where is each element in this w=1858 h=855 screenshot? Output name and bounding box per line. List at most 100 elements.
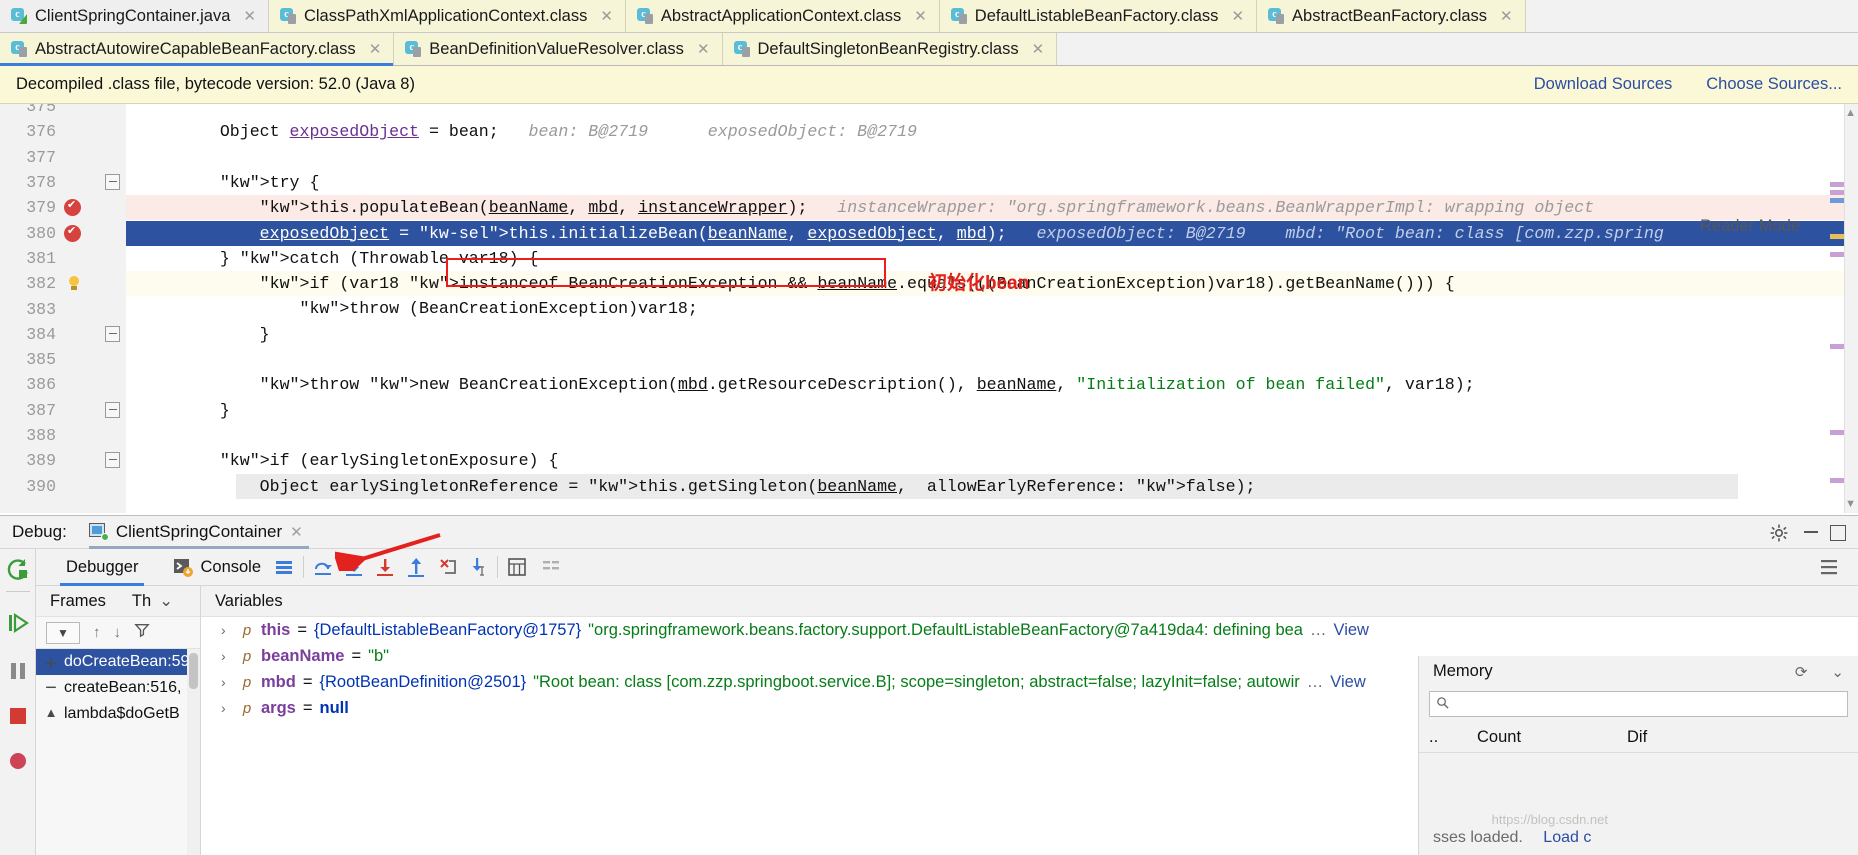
gutter-line-380[interactable]: 380 (0, 221, 100, 246)
close-icon[interactable]: ✕ (1498, 7, 1515, 25)
marker-violet-6[interactable] (1830, 478, 1844, 483)
gutter-line-384[interactable]: 384 (0, 322, 100, 347)
step-over-icon[interactable] (312, 556, 334, 578)
scroll-down-arrow[interactable]: ▼ (1845, 498, 1856, 510)
arrow-down-icon[interactable]: ↓ (114, 624, 122, 641)
reader-mode-label[interactable]: Reader Mode (1700, 217, 1800, 236)
editor-marker-strip[interactable] (1830, 104, 1844, 513)
view-value-link[interactable]: View (1330, 673, 1365, 692)
code-line-390[interactable]: Object earlySingletonReference = "kw">th… (180, 474, 1256, 499)
evaluate-expression-icon[interactable] (506, 556, 528, 578)
chevron-right-icon[interactable]: › (221, 648, 233, 664)
marker-violet-5[interactable] (1830, 430, 1844, 435)
close-icon[interactable]: ✕ (1030, 40, 1047, 58)
choose-sources-link[interactable]: Choose Sources... (1706, 75, 1842, 94)
code-folding-column[interactable] (100, 104, 126, 513)
code-line-387[interactable]: } (180, 398, 230, 423)
gutter-line-387[interactable]: 387 (0, 398, 100, 423)
close-icon[interactable]: ✕ (290, 523, 303, 541)
memory-load-classes-button[interactable]: Load c (1543, 829, 1591, 846)
code-line-378[interactable]: "kw">try { (180, 170, 320, 195)
memory-close-icon[interactable]: ⌄ (1831, 663, 1844, 681)
run-to-cursor-icon[interactable] (467, 556, 489, 578)
editor-tab-defaultlistablebeanfactory-class[interactable]: c DefaultListableBeanFactory.class ✕ (939, 0, 1258, 32)
memory-refresh-icon[interactable]: ⟳ (1795, 663, 1808, 681)
frames-scroll-thumb[interactable] (189, 653, 198, 689)
close-icon[interactable]: ✕ (695, 40, 712, 58)
resume-program-icon[interactable] (6, 611, 30, 635)
code-line-386[interactable]: "kw">throw "kw">new BeanCreationExceptio… (180, 372, 1475, 397)
editor-tab-beandefinitionvalueresolver-class[interactable]: c BeanDefinitionValueResolver.class ✕ (394, 33, 723, 65)
force-step-into-icon[interactable] (374, 556, 396, 578)
gutter-line-383[interactable]: 383 (0, 296, 100, 321)
editor-tab-abstractautowirecapablebeanfactory-class[interactable]: c AbstractAutowireCapableBeanFactory.clas… (0, 33, 395, 66)
scroll-up-arrow[interactable]: ▲ (1845, 107, 1856, 119)
gutter-line-377[interactable]: 377 (0, 145, 100, 170)
fold-marker-close[interactable] (105, 325, 120, 342)
code-line-380[interactable]: exposedObject = "kw-sel">this.initialize… (180, 221, 1664, 246)
close-icon[interactable]: ✕ (912, 7, 929, 25)
chevron-right-icon[interactable]: › (221, 674, 233, 690)
gutter-line-385[interactable]: 385 (0, 347, 100, 372)
stop-program-icon[interactable] (6, 704, 30, 728)
layout-settings-icon[interactable] (273, 556, 295, 578)
close-icon[interactable]: ✕ (241, 7, 258, 25)
close-icon[interactable]: ✕ (367, 40, 384, 58)
filter-icon[interactable] (134, 622, 150, 643)
marker-yellow[interactable] (1830, 234, 1844, 239)
gutter-line-378[interactable]: 378 (0, 170, 100, 195)
add-frame-icon[interactable]: + (38, 652, 64, 676)
marker-violet-4[interactable] (1830, 344, 1844, 349)
collapse-frames-icon[interactable]: ▲ (38, 700, 64, 724)
marker-violet-2[interactable] (1830, 190, 1844, 195)
editor-gutter[interactable]: 375 376 377 378 379 380 381 382 383 384 385 386 387 3… (0, 104, 100, 513)
debug-session-tab[interactable]: ClientSpringContainer ✕ (88, 516, 309, 549)
editor-vertical-scrollbar[interactable]: ▲ ▼ (1844, 104, 1858, 513)
tab-console[interactable]: Console (194, 549, 267, 586)
intention-bulb-icon[interactable] (65, 275, 83, 293)
step-out-icon[interactable] (405, 556, 427, 578)
marker-violet-3[interactable] (1830, 252, 1844, 257)
code-line-389[interactable]: "kw">if (earlySingletonExposure) { (180, 448, 559, 473)
gutter-line-376[interactable]: 376 (0, 119, 100, 144)
fold-marker-open[interactable] (105, 452, 120, 469)
gutter-line-389[interactable]: 389 (0, 448, 100, 473)
chevron-down-icon[interactable]: ⌄ (159, 591, 173, 611)
marker-violet[interactable] (1830, 182, 1844, 187)
settings-menu-icon[interactable] (1818, 556, 1840, 578)
code-line-382[interactable]: "kw">if (var18 "kw">instanceof BeanCreat… (180, 271, 1455, 296)
tab-debugger[interactable]: Debugger (60, 549, 145, 586)
code-line-376[interactable]: Object exposedObject = bean; bean: B@271… (180, 119, 917, 144)
fold-marker-open[interactable] (105, 173, 120, 190)
memory-search-input[interactable] (1453, 696, 1841, 712)
gutter-line-386[interactable]: 386 (0, 372, 100, 397)
chevron-right-icon[interactable]: › (221, 622, 233, 638)
view-value-link[interactable]: View (1333, 621, 1368, 640)
variable-row[interactable]: › p this = {DefaultListableBeanFactory@1757}… (201, 617, 1858, 643)
hide-window-icon[interactable] (1830, 525, 1846, 541)
code-line-379[interactable]: "kw">this.populateBean(beanName, mbd, in… (180, 195, 1594, 220)
code-text-area[interactable]: Object exposedObject = bean; bean: B@271… (126, 104, 1858, 513)
rerun-icon[interactable] (6, 557, 30, 581)
code-editor[interactable]: 375 376 377 378 379 380 381 382 383 384 385 386 387 3… (0, 104, 1858, 513)
drop-frame-icon[interactable] (436, 556, 458, 578)
editor-tab-classpathxmlapplicationcontext-class[interactable]: c ClassPathXmlApplicationContext.class ✕ (268, 0, 626, 32)
gutter-line-388[interactable]: 388 (0, 423, 100, 448)
memory-search-field[interactable] (1429, 691, 1848, 717)
view-breakpoints-icon[interactable] (6, 749, 30, 773)
gutter-line-381[interactable]: 381 (0, 246, 100, 271)
editor-tab-abstractapplicationcontext-class[interactable]: c AbstractApplicationContext.class ✕ (625, 0, 940, 32)
gutter-line-375[interactable]: 375 (0, 104, 100, 119)
code-line-381[interactable]: } "kw">catch (Throwable var18) { (180, 246, 539, 271)
minimize-icon[interactable] (1804, 531, 1818, 533)
step-into-icon[interactable] (343, 556, 365, 578)
thread-selector-dropdown[interactable]: ▼ (46, 621, 80, 644)
download-sources-link[interactable]: Download Sources (1534, 75, 1673, 94)
gear-icon[interactable] (1770, 524, 1788, 542)
gutter-line-379[interactable]: 379 (0, 195, 100, 220)
chevron-right-icon[interactable]: › (221, 700, 233, 716)
code-line-384[interactable]: } (180, 322, 270, 347)
marker-blue[interactable] (1830, 198, 1844, 203)
gutter-line-382[interactable]: 382 (0, 271, 100, 296)
close-icon[interactable]: ✕ (598, 7, 615, 25)
